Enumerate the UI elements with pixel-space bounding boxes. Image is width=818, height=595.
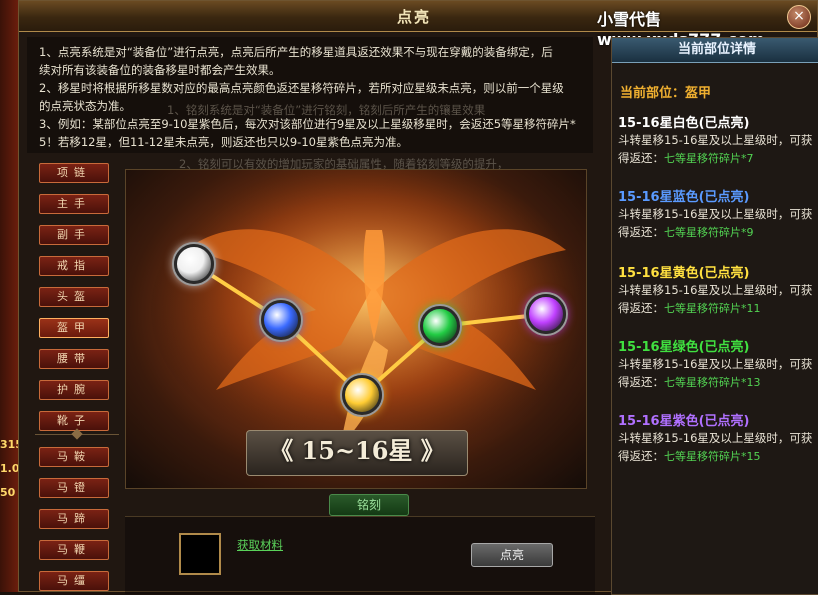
slot-ring-button[interactable]: 戒指: [39, 256, 109, 276]
description-panel: 1、铭刻系统是对“装备位”进行铭刻，铭刻后所产生的镶星效果 1、点亮系统是对“装…: [27, 37, 593, 153]
tier-reward-line: 得返还：七等星移符碎片*11: [618, 299, 818, 318]
current-part-label: 当前部位：盔甲: [620, 86, 712, 101]
tier-reward-prefix: 得返还：: [618, 449, 664, 463]
tier-reward: 七等星移符碎片*13: [664, 376, 761, 389]
tier-reward: 七等星移符碎片*15: [664, 450, 761, 463]
slot-mainhand-button[interactable]: 主手: [39, 194, 109, 214]
description-line: 1、点亮系统是对“装备位”进行点亮，点亮后所产生的移星道具返还效果不与现在穿戴的…: [39, 45, 553, 59]
tier-desc: 斗转星移15-16星及以上星级时，可获: [618, 431, 813, 445]
tier-reward: 七等星移符碎片*11: [664, 302, 761, 315]
star-level-banner: 《 15~16星 》: [246, 430, 468, 476]
tier-name: 15-16星紫色(已点亮): [618, 414, 750, 429]
window-title: 点亮: [396, 8, 431, 26]
description-line: 续对所有该装备位的装备移星时都会产生效果。: [39, 63, 281, 77]
slot-whip-button[interactable]: 马鞭: [39, 540, 109, 560]
slot-bracer-button[interactable]: 护腕: [39, 380, 109, 400]
slot-stirrup-button[interactable]: 马镫: [39, 478, 109, 498]
tier-name: 15-16星白色(已点亮): [618, 116, 750, 131]
tier-desc: 斗转星移15-16星及以上星级时，可获: [618, 357, 813, 371]
tier-reward-prefix: 得返还：: [618, 301, 664, 315]
slot-rein-button[interactable]: 马缰: [39, 571, 109, 591]
tier-entry: 15-16星紫色(已点亮) 斗转星移15-16星及以上星级时，可获 得返还：七等星移…: [618, 410, 818, 466]
tier-name: 15-16星绿色(已点亮): [618, 340, 750, 355]
slot-necklace-button[interactable]: 项链: [39, 163, 109, 183]
detail-panel: 当前部位详情 当前部位：盔甲 15-16星白色(已点亮) 斗转星移15-16星及以…: [611, 37, 818, 595]
slot-offhand-button[interactable]: 副手: [39, 225, 109, 245]
purple-orb[interactable]: [526, 294, 566, 334]
tier-name: 15-16星黄色(已点亮): [618, 266, 750, 281]
tier-desc: 斗转星移15-16星及以上星级时，可获: [618, 133, 813, 147]
description-line: 5！若移12星，但11-12星未点亮，则返还也只以9-10星紫色点亮为准。: [39, 135, 408, 149]
blue-orb[interactable]: [261, 300, 301, 340]
tier-reward-line: 得返还：七等星移符碎片*9: [618, 223, 818, 242]
tier-entry: 15-16星蓝色(已点亮) 斗转星移15-16星及以上星级时，可获 得返还：七等星移…: [618, 186, 818, 242]
phoenix-stage: 《 15~16星 》: [125, 169, 587, 489]
slot-saddle-button[interactable]: 马鞍: [39, 447, 109, 467]
tier-reward-line: 得返还：七等星移符碎片*15: [618, 447, 818, 466]
tier-entry: 15-16星绿色(已点亮) 斗转星移15-16星及以上星级时，可获 得返还：七等星移…: [618, 336, 818, 392]
white-orb[interactable]: [174, 244, 214, 284]
slot-list: 项链 主手 副手 戒指 头盔 盔甲 腰带 护腕 靴子 马鞍 马镫 马蹄 马鞭 马…: [31, 159, 121, 593]
slot-boots-button[interactable]: 靴子: [39, 411, 109, 431]
description-line: 2、移星时将根据所移星数对应的最高点亮颜色返还星移符碎片，若所对应星级未点亮，则…: [39, 81, 564, 95]
light-up-window: 点亮 小雪代售www.xxds777.com × 1、铭刻系统是对“装备位”进行…: [18, 0, 818, 595]
tier-desc: 斗转星移15-16星及以上星级时，可获: [618, 207, 813, 221]
tier-reward-line: 得返还：七等星移符碎片*13: [618, 373, 818, 392]
tier-reward-prefix: 得返还：: [618, 225, 664, 239]
title-bar: 点亮 小雪代售www.xxds777.com ×: [19, 1, 817, 49]
close-button[interactable]: ×: [787, 5, 811, 29]
tier-reward-prefix: 得返还：: [618, 151, 664, 165]
tier-reward-prefix: 得返还：: [618, 375, 664, 389]
slot-armor-button[interactable]: 盔甲: [39, 318, 109, 338]
tier-reward: 七等星移符碎片*9: [664, 226, 754, 239]
tier-reward: 七等星移符碎片*7: [664, 152, 754, 165]
tier-entry: 15-16星白色(已点亮) 斗转星移15-16星及以上星级时，可获 得返还：七等星移…: [618, 112, 818, 168]
yellow-orb[interactable]: [342, 375, 382, 415]
ghost-text: 1、铭刻系统是对“装备位”进行铭刻，铭刻后所产生的镶星效果: [167, 103, 486, 117]
tier-entry: 15-16星黄色(已点亮) 斗转星移15-16星及以上星级时，可获 得返还：七等星移…: [618, 262, 818, 318]
slot-helmet-button[interactable]: 头盔: [39, 287, 109, 307]
light-up-button[interactable]: 点亮: [471, 543, 553, 567]
slot-belt-button[interactable]: 腰带: [39, 349, 109, 369]
inscribe-button[interactable]: 铭刻: [329, 494, 409, 516]
detail-panel-title: 当前部位详情: [612, 38, 818, 63]
tier-reward-line: 得返还：七等星移符碎片*7: [618, 149, 818, 168]
tier-name: 15-16星蓝色(已点亮): [618, 190, 750, 205]
material-slot[interactable]: [179, 533, 221, 575]
side-number: 50: [0, 486, 16, 499]
get-material-link[interactable]: 获取材料: [237, 537, 283, 553]
green-orb[interactable]: [420, 306, 460, 346]
slot-horseshoe-button[interactable]: 马蹄: [39, 509, 109, 529]
tier-desc: 斗转星移15-16星及以上星级时，可获: [618, 283, 813, 297]
